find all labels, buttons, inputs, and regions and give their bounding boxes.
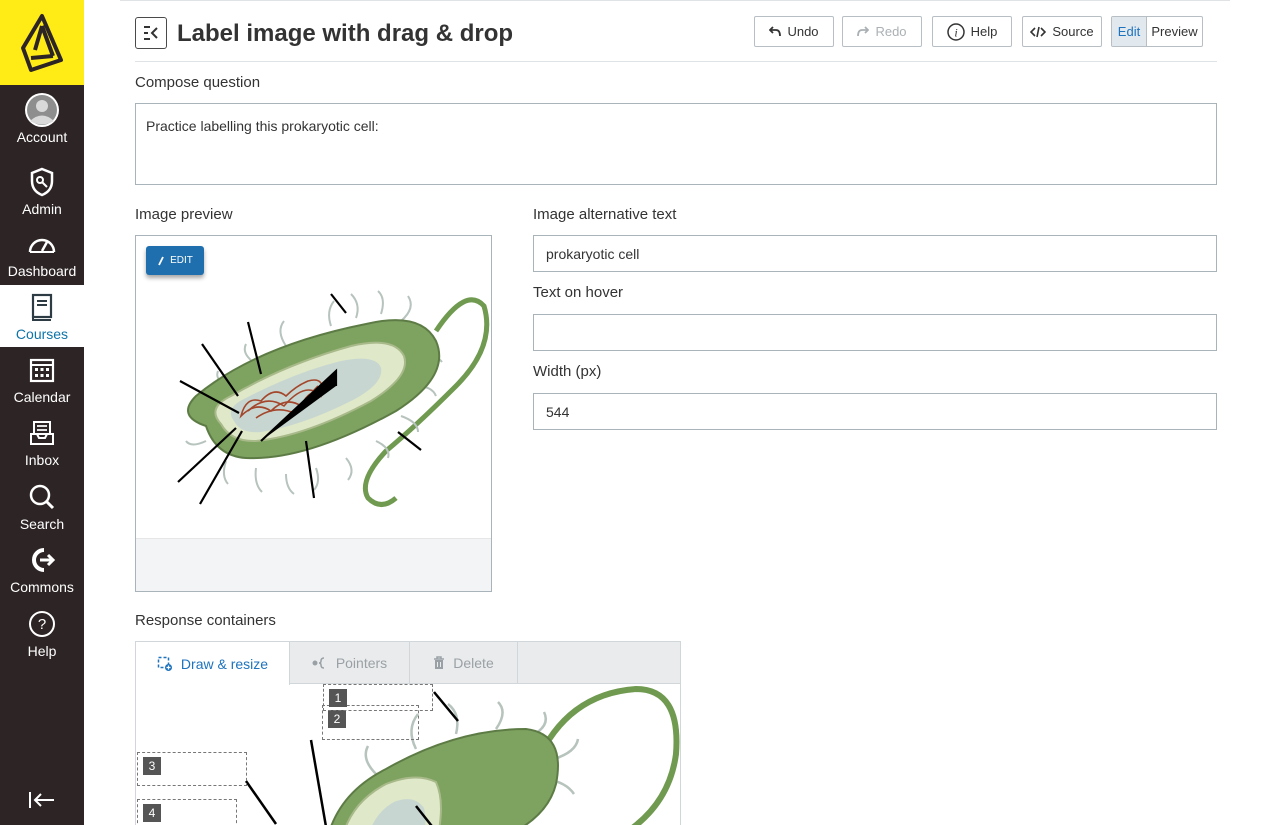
global-nav: Account Admin Dashboard Courses Calendar… bbox=[0, 0, 84, 825]
page-title: Label image with drag & drop bbox=[177, 20, 514, 47]
nav-admin[interactable]: Admin bbox=[0, 160, 84, 222]
search-icon bbox=[24, 480, 60, 514]
inbox-icon bbox=[24, 416, 60, 450]
hover-text-input[interactable] bbox=[533, 314, 1217, 351]
image-preview-label: Image preview bbox=[135, 206, 233, 223]
draw-resize-icon bbox=[157, 656, 172, 671]
compose-question-label: Compose question bbox=[135, 74, 261, 91]
nav-commons[interactable]: Commons bbox=[0, 538, 84, 600]
response-container[interactable]: 3 bbox=[137, 752, 247, 786]
source-label: Source bbox=[1052, 24, 1094, 39]
nav-label: Help bbox=[27, 643, 57, 659]
collapse-arrow-icon bbox=[29, 792, 54, 808]
source-button[interactable]: Source bbox=[1022, 16, 1102, 47]
response-container[interactable]: 1 bbox=[323, 684, 433, 711]
response-container-number: 4 bbox=[143, 804, 161, 822]
code-icon bbox=[1030, 26, 1047, 37]
nav-dashboard[interactable]: Dashboard bbox=[0, 222, 84, 284]
nav-help[interactable]: ? Help bbox=[0, 602, 84, 664]
undo-icon bbox=[769, 26, 782, 37]
hover-text-label: Text on hover bbox=[533, 284, 624, 301]
response-containers-panel: Draw & resize Pointers Delete 2 1 3 4 bbox=[135, 641, 681, 825]
svg-text:i: i bbox=[954, 25, 957, 39]
undo-label: Undo bbox=[787, 24, 819, 39]
response-container-number: 1 bbox=[329, 689, 347, 707]
response-tools-tabs: Draw & resize Pointers Delete bbox=[136, 642, 680, 685]
tab-pointers[interactable]: Pointers bbox=[290, 642, 410, 684]
image-preview: EDIT bbox=[135, 235, 492, 592]
nav-label: Admin bbox=[22, 201, 62, 217]
compose-question-editor[interactable]: Practice labelling this prokaryotic cell… bbox=[135, 103, 1217, 185]
edit-image-button[interactable]: EDIT bbox=[146, 246, 204, 275]
preview-mode-button[interactable]: Preview bbox=[1147, 17, 1202, 46]
redo-label: Redo bbox=[875, 24, 907, 39]
help-label: Help bbox=[970, 24, 998, 39]
alt-text-value: prokaryotic cell bbox=[546, 245, 640, 262]
commons-icon bbox=[24, 543, 60, 577]
redo-icon bbox=[857, 26, 870, 37]
width-input[interactable]: 544 bbox=[533, 393, 1217, 430]
tab-label: Pointers bbox=[335, 655, 388, 671]
nav-courses[interactable]: Courses bbox=[0, 285, 84, 347]
help-button[interactable]: i Help bbox=[932, 16, 1012, 47]
undo-button[interactable]: Undo bbox=[754, 16, 834, 47]
image-preview-footer bbox=[136, 538, 491, 591]
edit-image-label: EDIT bbox=[170, 255, 193, 266]
svg-text:?: ? bbox=[38, 616, 46, 633]
tab-label: Draw & resize bbox=[180, 655, 269, 672]
help-icon: ? bbox=[24, 607, 60, 641]
nav-label: Commons bbox=[10, 579, 74, 595]
redo-button[interactable]: Redo bbox=[842, 16, 922, 47]
response-container-number: 2 bbox=[328, 710, 346, 728]
compose-question-text: Practice labelling this prokaryotic cell… bbox=[146, 118, 379, 134]
collapse-panel-icon bbox=[144, 26, 158, 40]
alt-text-label: Image alternative text bbox=[533, 206, 677, 223]
response-container-number: 3 bbox=[143, 757, 161, 775]
response-container[interactable]: 4 bbox=[137, 799, 237, 825]
response-containers-label: Response containers bbox=[135, 612, 276, 629]
canvas-logo[interactable] bbox=[0, 0, 84, 85]
info-icon: i bbox=[946, 22, 965, 41]
response-canvas[interactable]: 2 1 3 4 bbox=[136, 684, 680, 825]
collapse-panel-button[interactable] bbox=[135, 17, 167, 49]
header-divider bbox=[135, 61, 1217, 62]
courses-book-icon bbox=[24, 290, 60, 324]
nav-label: Search bbox=[19, 516, 65, 532]
nav-search[interactable]: Search bbox=[0, 475, 84, 537]
collapse-nav-button[interactable] bbox=[27, 787, 57, 813]
nav-inbox[interactable]: Inbox bbox=[0, 411, 84, 473]
nav-label: Inbox bbox=[24, 452, 60, 468]
edit-mode-button[interactable]: Edit bbox=[1112, 17, 1147, 46]
trash-icon bbox=[434, 656, 445, 669]
prokaryotic-cell-image bbox=[177, 290, 490, 507]
logo-icon bbox=[21, 13, 63, 72]
nav-label: Calendar bbox=[13, 389, 71, 405]
tab-delete[interactable]: Delete bbox=[410, 642, 518, 684]
account-avatar-icon bbox=[24, 93, 60, 127]
width-value: 544 bbox=[546, 403, 570, 420]
alt-text-input[interactable]: prokaryotic cell bbox=[533, 235, 1217, 272]
edit-preview-toggle: Edit Preview bbox=[1111, 16, 1203, 47]
calendar-icon bbox=[24, 353, 60, 387]
pencil-icon bbox=[158, 256, 164, 265]
tab-label: Delete bbox=[453, 655, 494, 671]
pointers-icon bbox=[312, 657, 324, 669]
nav-label: Courses bbox=[15, 326, 69, 342]
nav-label: Dashboard bbox=[7, 263, 77, 279]
width-label: Width (px) bbox=[533, 363, 602, 380]
top-border bbox=[120, 0, 1230, 1]
nav-label: Account bbox=[16, 129, 68, 145]
nav-account[interactable]: Account bbox=[0, 88, 84, 150]
admin-shield-icon bbox=[24, 165, 60, 199]
tab-draw-resize[interactable]: Draw & resize bbox=[136, 642, 290, 685]
dashboard-gauge-icon bbox=[24, 227, 60, 261]
nav-calendar[interactable]: Calendar bbox=[0, 348, 84, 410]
